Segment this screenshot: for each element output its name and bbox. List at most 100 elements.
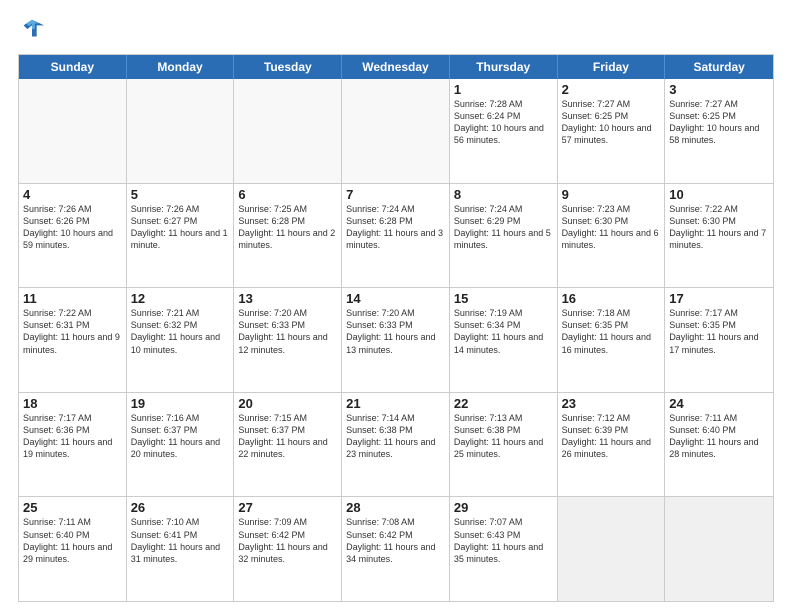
day-info: Sunrise: 7:11 AM Sunset: 6:40 PM Dayligh… [669,412,769,461]
day-info: Sunrise: 7:13 AM Sunset: 6:38 PM Dayligh… [454,412,553,461]
calendar-day-4: 4Sunrise: 7:26 AM Sunset: 6:26 PM Daylig… [19,184,127,288]
day-info: Sunrise: 7:18 AM Sunset: 6:35 PM Dayligh… [562,307,661,356]
calendar-day-25: 25Sunrise: 7:11 AM Sunset: 6:40 PM Dayli… [19,497,127,601]
day-number: 13 [238,291,337,306]
day-info: Sunrise: 7:15 AM Sunset: 6:37 PM Dayligh… [238,412,337,461]
day-number: 25 [23,500,122,515]
day-number: 10 [669,187,769,202]
day-info: Sunrise: 7:17 AM Sunset: 6:36 PM Dayligh… [23,412,122,461]
day-number: 28 [346,500,445,515]
day-number: 19 [131,396,230,411]
calendar-week-5: 25Sunrise: 7:11 AM Sunset: 6:40 PM Dayli… [19,497,773,601]
day-info: Sunrise: 7:24 AM Sunset: 6:29 PM Dayligh… [454,203,553,252]
day-info: Sunrise: 7:21 AM Sunset: 6:32 PM Dayligh… [131,307,230,356]
day-info: Sunrise: 7:08 AM Sunset: 6:42 PM Dayligh… [346,516,445,565]
calendar-week-2: 4Sunrise: 7:26 AM Sunset: 6:26 PM Daylig… [19,184,773,289]
day-info: Sunrise: 7:25 AM Sunset: 6:28 PM Dayligh… [238,203,337,252]
day-info: Sunrise: 7:20 AM Sunset: 6:33 PM Dayligh… [238,307,337,356]
day-number: 18 [23,396,122,411]
calendar-day-2: 2Sunrise: 7:27 AM Sunset: 6:25 PM Daylig… [558,79,666,183]
day-number: 29 [454,500,553,515]
day-info: Sunrise: 7:12 AM Sunset: 6:39 PM Dayligh… [562,412,661,461]
calendar: SundayMondayTuesdayWednesdayThursdayFrid… [18,54,774,602]
calendar-day-17: 17Sunrise: 7:17 AM Sunset: 6:35 PM Dayli… [665,288,773,392]
calendar-day-27: 27Sunrise: 7:09 AM Sunset: 6:42 PM Dayli… [234,497,342,601]
calendar-week-3: 11Sunrise: 7:22 AM Sunset: 6:31 PM Dayli… [19,288,773,393]
day-info: Sunrise: 7:10 AM Sunset: 6:41 PM Dayligh… [131,516,230,565]
calendar-day-19: 19Sunrise: 7:16 AM Sunset: 6:37 PM Dayli… [127,393,235,497]
day-number: 17 [669,291,769,306]
calendar-empty-cell [665,497,773,601]
day-info: Sunrise: 7:19 AM Sunset: 6:34 PM Dayligh… [454,307,553,356]
calendar-day-20: 20Sunrise: 7:15 AM Sunset: 6:37 PM Dayli… [234,393,342,497]
day-number: 6 [238,187,337,202]
day-info: Sunrise: 7:22 AM Sunset: 6:31 PM Dayligh… [23,307,122,356]
day-info: Sunrise: 7:26 AM Sunset: 6:27 PM Dayligh… [131,203,230,252]
day-number: 16 [562,291,661,306]
day-number: 22 [454,396,553,411]
day-number: 24 [669,396,769,411]
calendar-empty-cell [127,79,235,183]
calendar-day-26: 26Sunrise: 7:10 AM Sunset: 6:41 PM Dayli… [127,497,235,601]
calendar-day-28: 28Sunrise: 7:08 AM Sunset: 6:42 PM Dayli… [342,497,450,601]
calendar-week-4: 18Sunrise: 7:17 AM Sunset: 6:36 PM Dayli… [19,393,773,498]
calendar-day-5: 5Sunrise: 7:26 AM Sunset: 6:27 PM Daylig… [127,184,235,288]
calendar-day-15: 15Sunrise: 7:19 AM Sunset: 6:34 PM Dayli… [450,288,558,392]
logo-icon [18,16,46,44]
calendar-day-21: 21Sunrise: 7:14 AM Sunset: 6:38 PM Dayli… [342,393,450,497]
calendar-body: 1Sunrise: 7:28 AM Sunset: 6:24 PM Daylig… [19,79,773,601]
day-number: 7 [346,187,445,202]
calendar-day-6: 6Sunrise: 7:25 AM Sunset: 6:28 PM Daylig… [234,184,342,288]
day-info: Sunrise: 7:27 AM Sunset: 6:25 PM Dayligh… [562,98,661,147]
header-day-friday: Friday [558,55,666,79]
day-info: Sunrise: 7:14 AM Sunset: 6:38 PM Dayligh… [346,412,445,461]
day-number: 14 [346,291,445,306]
header-day-thursday: Thursday [450,55,558,79]
day-info: Sunrise: 7:09 AM Sunset: 6:42 PM Dayligh… [238,516,337,565]
calendar-day-12: 12Sunrise: 7:21 AM Sunset: 6:32 PM Dayli… [127,288,235,392]
day-number: 11 [23,291,122,306]
calendar-day-18: 18Sunrise: 7:17 AM Sunset: 6:36 PM Dayli… [19,393,127,497]
header-day-wednesday: Wednesday [342,55,450,79]
day-number: 20 [238,396,337,411]
day-number: 4 [23,187,122,202]
calendar-header: SundayMondayTuesdayWednesdayThursdayFrid… [19,55,773,79]
header-day-saturday: Saturday [665,55,773,79]
calendar-day-3: 3Sunrise: 7:27 AM Sunset: 6:25 PM Daylig… [665,79,773,183]
day-number: 1 [454,82,553,97]
calendar-day-1: 1Sunrise: 7:28 AM Sunset: 6:24 PM Daylig… [450,79,558,183]
day-number: 23 [562,396,661,411]
calendar-day-24: 24Sunrise: 7:11 AM Sunset: 6:40 PM Dayli… [665,393,773,497]
day-number: 5 [131,187,230,202]
calendar-day-7: 7Sunrise: 7:24 AM Sunset: 6:28 PM Daylig… [342,184,450,288]
calendar-empty-cell [234,79,342,183]
calendar-week-1: 1Sunrise: 7:28 AM Sunset: 6:24 PM Daylig… [19,79,773,184]
day-info: Sunrise: 7:17 AM Sunset: 6:35 PM Dayligh… [669,307,769,356]
day-info: Sunrise: 7:20 AM Sunset: 6:33 PM Dayligh… [346,307,445,356]
calendar-day-22: 22Sunrise: 7:13 AM Sunset: 6:38 PM Dayli… [450,393,558,497]
day-number: 27 [238,500,337,515]
header-day-monday: Monday [127,55,235,79]
day-number: 21 [346,396,445,411]
header [18,16,774,44]
day-info: Sunrise: 7:11 AM Sunset: 6:40 PM Dayligh… [23,516,122,565]
day-info: Sunrise: 7:27 AM Sunset: 6:25 PM Dayligh… [669,98,769,147]
day-info: Sunrise: 7:07 AM Sunset: 6:43 PM Dayligh… [454,516,553,565]
calendar-day-29: 29Sunrise: 7:07 AM Sunset: 6:43 PM Dayli… [450,497,558,601]
day-number: 3 [669,82,769,97]
day-number: 15 [454,291,553,306]
day-number: 12 [131,291,230,306]
day-info: Sunrise: 7:24 AM Sunset: 6:28 PM Dayligh… [346,203,445,252]
day-info: Sunrise: 7:26 AM Sunset: 6:26 PM Dayligh… [23,203,122,252]
day-info: Sunrise: 7:16 AM Sunset: 6:37 PM Dayligh… [131,412,230,461]
day-info: Sunrise: 7:22 AM Sunset: 6:30 PM Dayligh… [669,203,769,252]
calendar-day-23: 23Sunrise: 7:12 AM Sunset: 6:39 PM Dayli… [558,393,666,497]
calendar-day-9: 9Sunrise: 7:23 AM Sunset: 6:30 PM Daylig… [558,184,666,288]
header-day-sunday: Sunday [19,55,127,79]
day-number: 9 [562,187,661,202]
calendar-day-14: 14Sunrise: 7:20 AM Sunset: 6:33 PM Dayli… [342,288,450,392]
header-day-tuesday: Tuesday [234,55,342,79]
calendar-day-16: 16Sunrise: 7:18 AM Sunset: 6:35 PM Dayli… [558,288,666,392]
calendar-day-13: 13Sunrise: 7:20 AM Sunset: 6:33 PM Dayli… [234,288,342,392]
day-info: Sunrise: 7:28 AM Sunset: 6:24 PM Dayligh… [454,98,553,147]
